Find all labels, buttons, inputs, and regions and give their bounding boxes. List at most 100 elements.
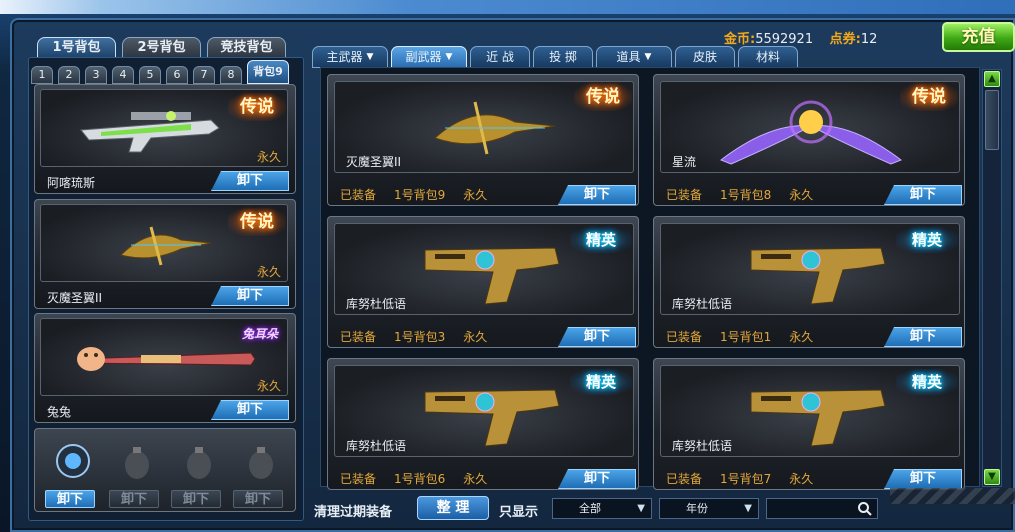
legend-tag: 传说	[228, 93, 286, 121]
slot-tab-6[interactable]: 6	[166, 66, 188, 84]
slot-tab-4[interactable]: 4	[112, 66, 134, 84]
slot-tab-9[interactable]: 背包9	[247, 60, 289, 84]
equip-status: 已装备	[340, 188, 377, 202]
item-card[interactable]: 精英 库努杜低语 已装备 1号背包1 永久 卸下	[653, 216, 965, 348]
scroll-up-arrow-icon[interactable]: ▲	[984, 71, 1000, 87]
item-grid-scrollbar[interactable]: ▲ ▼	[982, 69, 1002, 487]
slot-tab-3[interactable]: 3	[85, 66, 107, 84]
slot-tab-1[interactable]: 1	[31, 66, 53, 84]
item-card[interactable]: 传说 星流 已装备 1号背包8 永久 卸下	[653, 74, 965, 206]
legend-tag: 传说	[574, 83, 632, 111]
item-permanence: 永久	[789, 188, 814, 202]
tab-materials[interactable]: 材料	[738, 46, 798, 68]
dropdown-arrow-icon: ▼	[644, 52, 652, 62]
item-meta: 已装备 1号背包9 永久	[340, 186, 505, 203]
bag-location: 1号背包7	[720, 472, 772, 486]
tab-props[interactable]: 道具 ▼	[596, 46, 672, 68]
slot-tab-5[interactable]: 5	[139, 66, 161, 84]
slot-tabs: 1 2 3 4 5 6 7 8 背包9	[31, 60, 289, 84]
unequip-throwable-4[interactable]: 卸下	[233, 490, 283, 508]
item-permanence: 永久	[789, 330, 814, 344]
scroll-down-arrow-icon[interactable]: ▼	[984, 469, 1000, 485]
slot-tab-2[interactable]: 2	[58, 66, 80, 84]
unequip-button[interactable]: 卸下	[558, 327, 636, 347]
gold-value: 5592921	[755, 32, 814, 47]
item-name: 库努杜低语	[346, 297, 407, 311]
top-banner-strip	[0, 0, 1015, 14]
item-card[interactable]: 精英 库努杜低语 已装备 1号背包3 永久 卸下	[327, 216, 639, 348]
unequip-button[interactable]: 卸下	[211, 400, 289, 420]
chevron-down-icon: ▼	[637, 503, 645, 514]
item-name: 灭魔圣翼II	[47, 291, 103, 305]
unequip-throwable-3[interactable]: 卸下	[171, 490, 221, 508]
bag-tabs: 1号背包 2号背包 竞技背包	[37, 37, 286, 59]
tab-throwable[interactable]: 投 掷	[533, 46, 593, 68]
clear-expired-label[interactable]: 清理过期装备	[314, 501, 392, 520]
inventory-window: { "currency": {"gold_label": "金币:", "gol…	[0, 0, 1015, 532]
unequip-throwable-2[interactable]: 卸下	[109, 490, 159, 508]
equip-status: 已装备	[340, 472, 377, 486]
sort-button[interactable]: 整 理	[417, 496, 489, 520]
equip-status: 已装备	[666, 188, 703, 202]
tab-bag-1[interactable]: 1号背包	[37, 37, 116, 59]
grenade-icon	[187, 447, 211, 479]
elite-tag: 精英	[896, 227, 958, 253]
search-icon[interactable]	[857, 501, 873, 517]
unequip-throwable-1[interactable]: 卸下	[45, 490, 95, 508]
unequip-button[interactable]: 卸下	[558, 185, 636, 205]
throwable-slots: 卸下 卸下 卸下 卸下	[34, 428, 296, 512]
slot-tab-8[interactable]: 8	[220, 66, 242, 84]
points-label: 点券:	[829, 32, 861, 47]
item-permanence: 永久	[463, 330, 488, 344]
flashbang-icon	[56, 444, 90, 478]
item-name: 兔兔	[47, 405, 72, 419]
points-value: 12	[860, 32, 878, 47]
legend-tag: 传说	[900, 83, 958, 111]
loadout-slot-primary[interactable]: 传说 永久 阿喀琉斯 卸下	[34, 84, 296, 194]
elite-tag: 精英	[570, 369, 632, 395]
bag-location: 1号背包9	[394, 188, 446, 202]
unequip-button[interactable]: 卸下	[884, 327, 962, 347]
scroll-thumb[interactable]	[985, 90, 999, 150]
dropdown-arrow-icon: ▼	[445, 52, 453, 62]
item-permanence: 永久	[789, 472, 814, 486]
unequip-button[interactable]: 卸下	[884, 185, 962, 205]
item-card[interactable]: 精英 库努杜低语 已装备 1号背包6 永久 卸下	[327, 358, 639, 490]
item-card[interactable]: 精英 库努杜低语 已装备 1号背包7 永久 卸下	[653, 358, 965, 490]
tab-secondary-weapon[interactable]: 副武器 ▼	[391, 46, 467, 68]
item-name: 库努杜低语	[672, 439, 733, 453]
tab-bag-arena[interactable]: 竞技背包	[207, 37, 286, 59]
item-meta: 已装备 1号背包3 永久	[340, 328, 505, 345]
recharge-button[interactable]: 充值	[942, 22, 1015, 52]
tab-melee[interactable]: 近 战	[470, 46, 530, 68]
loadout-slot-melee[interactable]: 兔耳朵 永久 兔兔 卸下	[34, 313, 296, 423]
elite-tag: 精英	[896, 369, 958, 395]
bag-location: 1号背包3	[394, 330, 446, 344]
item-name: 灭魔圣翼II	[346, 155, 402, 169]
loadout-slot-secondary[interactable]: 传说 永久 灭魔圣翼II 卸下	[34, 199, 296, 309]
item-name: 库努杜低语	[672, 297, 733, 311]
slot-tab-7[interactable]: 7	[193, 66, 215, 84]
bag-location: 1号背包8	[720, 188, 772, 202]
bag-location: 1号背包1	[720, 330, 772, 344]
equip-status: 已装备	[666, 472, 703, 486]
item-meta: 已装备 1号背包6 永久	[340, 470, 505, 487]
legend-tag: 传说	[228, 208, 286, 236]
filter-year-select[interactable]: 年份 ▼	[659, 498, 759, 519]
grenade-icon	[249, 447, 273, 479]
search-input[interactable]	[766, 498, 878, 519]
bottom-toolbar: 清理过期装备 整 理 只显示 全部 ▼ 年份 ▼	[304, 492, 1004, 524]
tab-skins[interactable]: 皮肤	[675, 46, 735, 68]
item-meta: 已装备 1号背包7 永久	[666, 470, 831, 487]
item-permanence: 永久	[463, 472, 488, 486]
currency-display: 金币:5592921 点券:12	[724, 28, 889, 47]
item-card[interactable]: 传说 灭魔圣翼II 已装备 1号背包9 永久 卸下	[327, 74, 639, 206]
filter-type-select[interactable]: 全部 ▼	[552, 498, 652, 519]
unequip-button[interactable]: 卸下	[884, 469, 962, 489]
tab-bag-2[interactable]: 2号背包	[122, 37, 201, 59]
unequip-button[interactable]: 卸下	[211, 171, 289, 191]
unequip-button[interactable]: 卸下	[211, 286, 289, 306]
unequip-button[interactable]: 卸下	[558, 469, 636, 489]
special-tag: 兔耳朵	[241, 327, 278, 341]
tab-primary-weapon[interactable]: 主武器 ▼	[312, 46, 388, 68]
